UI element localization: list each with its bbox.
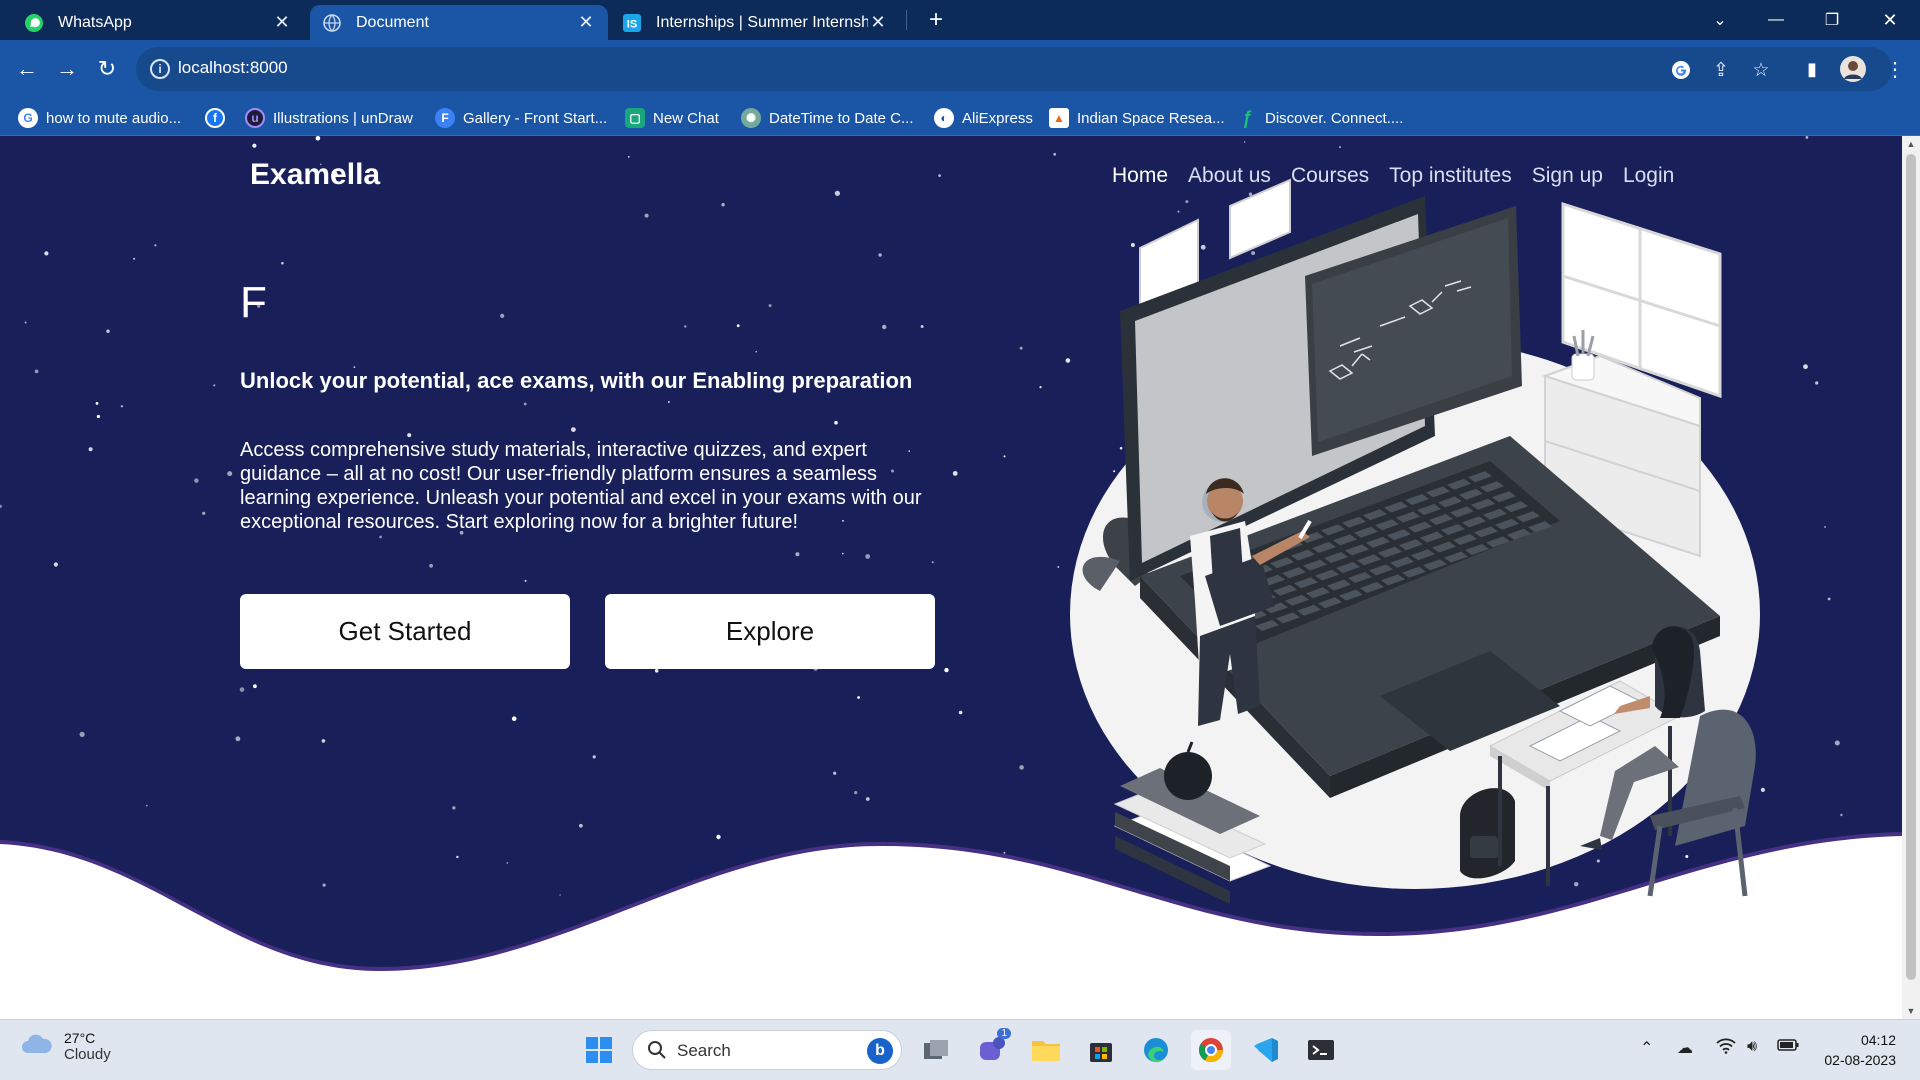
tab-search-icon[interactable]: ⌄ (1692, 0, 1748, 40)
new-tab-button[interactable]: + (908, 0, 964, 40)
bookmark-label: Illustrations | unDraw (273, 109, 413, 127)
address-bar[interactable]: i localhost:8000 ⇪ ☆ (136, 47, 1892, 91)
teams-chat-icon[interactable]: 1 (971, 1028, 1011, 1070)
close-icon[interactable]: ✕ (272, 12, 292, 33)
terminal-icon[interactable] (1301, 1030, 1341, 1070)
fiverr-icon: ƒ (1241, 107, 1252, 128)
tab-title: Document (356, 13, 429, 31)
bookmark-label: Gallery - Front Start... (463, 109, 608, 127)
site-info-icon[interactable]: i (150, 59, 170, 79)
clock-date: 02-08-2023 (1824, 1052, 1896, 1068)
forward-button[interactable]: → (50, 52, 84, 86)
svg-text:IS: IS (627, 18, 637, 30)
microsoft-store-icon[interactable] (1081, 1030, 1121, 1070)
chat-badge: 1 (997, 1028, 1011, 1039)
page-scrollbar[interactable]: ▲ ▼ (1902, 136, 1920, 1019)
weather-widget[interactable]: 27°C Cloudy (20, 1030, 111, 1063)
page-viewport: Examella Home About us Courses Top insti… (0, 136, 1902, 1019)
task-view-icon[interactable] (916, 1030, 956, 1070)
battery-icon[interactable] (1777, 1038, 1799, 1057)
bookmarks-bar: G how to mute audio... f u Illustrations… (0, 98, 1920, 136)
tab-document[interactable]: Document ✕ (310, 5, 608, 40)
bookmark-label: how to mute audio... (46, 109, 182, 127)
cloud-icon (20, 1031, 54, 1062)
search-placeholder: Search (677, 1041, 731, 1060)
tab-divider (906, 10, 907, 30)
bing-icon: b (867, 1038, 893, 1064)
restore-button[interactable]: ❐ (1804, 0, 1860, 40)
internshala-icon: IS (622, 13, 642, 33)
frontstart-icon: F (435, 108, 455, 128)
close-icon[interactable]: ✕ (576, 12, 596, 33)
openai-icon: ✺ (741, 108, 761, 128)
browser-tab-strip: WhatsApp ✕ Document ✕ IS Internships | S… (0, 0, 1920, 40)
tab-title: Internships | Summer Internship (656, 13, 868, 31)
browser-toolbar: ← → ↻ i localhost:8000 ⇪ ☆ ▮ ⋮ (0, 40, 1920, 98)
weather-condition: Cloudy (64, 1046, 111, 1063)
bookmark-item[interactable]: ƒ Discover. Connect.... (1237, 107, 1403, 129)
chatbot-icon: ▢ (625, 108, 645, 128)
bookmark-item[interactable]: u Illustrations | unDraw (245, 107, 413, 129)
system-clock[interactable]: 04:12 02-08-2023 (1824, 1030, 1896, 1070)
bookmark-item[interactable]: ◐ AliExpress (934, 107, 1033, 129)
weather-temp: 27°C (64, 1030, 96, 1046)
bookmark-item[interactable]: ✺ DateTime to Date C... (741, 107, 914, 129)
wifi-icon[interactable] (1716, 1038, 1736, 1059)
tab-internships[interactable]: IS Internships | Summer Internship ✕ (610, 5, 900, 40)
vscode-icon[interactable] (1246, 1030, 1286, 1070)
onedrive-icon[interactable]: ☁ (1677, 1038, 1693, 1058)
side-panel-icon[interactable]: ▮ (1795, 52, 1829, 86)
show-hidden-icons-icon[interactable]: ⌃ (1640, 1038, 1653, 1058)
whatsapp-icon (24, 13, 44, 33)
bookmark-star-icon[interactable]: ☆ (1748, 57, 1774, 83)
google-icon: G (18, 108, 38, 128)
bookmark-label: AliExpress (962, 109, 1033, 127)
back-button[interactable]: ← (10, 52, 44, 86)
bookmark-label: DateTime to Date C... (769, 109, 914, 127)
aliexpress-icon: ◐ (934, 108, 954, 128)
start-button[interactable] (579, 1030, 619, 1070)
isro-icon: ▲ (1049, 108, 1069, 128)
google-lens-icon[interactable] (1668, 57, 1694, 83)
bookmark-item[interactable]: G how to mute audio... (18, 107, 181, 129)
scroll-down-icon[interactable]: ▼ (1902, 1003, 1920, 1019)
bookmark-label: Discover. Connect.... (1265, 109, 1404, 127)
share-icon[interactable]: ⇪ (1708, 57, 1734, 83)
facebook-icon: f (205, 108, 225, 128)
tab-whatsapp[interactable]: WhatsApp ✕ (12, 5, 304, 40)
taskbar-search[interactable]: Search b (632, 1030, 902, 1070)
scroll-up-icon[interactable]: ▲ (1902, 136, 1920, 152)
close-window-button[interactable]: ✕ (1862, 0, 1918, 40)
bookmark-item[interactable]: f (205, 107, 233, 129)
scrollbar-thumb[interactable] (1906, 154, 1916, 980)
close-icon[interactable]: ✕ (868, 12, 888, 33)
chrome-icon[interactable] (1191, 1030, 1231, 1070)
menu-icon[interactable]: ⋮ (1878, 52, 1912, 86)
edge-icon[interactable] (1136, 1030, 1176, 1070)
bookmark-label: Indian Space Resea... (1077, 109, 1225, 127)
bookmark-item[interactable]: ▢ New Chat (625, 107, 719, 129)
bookmark-item[interactable]: F Gallery - Front Start... (435, 107, 607, 129)
search-icon (647, 1040, 667, 1065)
reload-button[interactable]: ↻ (90, 52, 124, 86)
online-learning-illustration (1070, 178, 1760, 904)
undraw-icon: u (245, 108, 265, 128)
windows-taskbar: 27°C Cloudy Search b 1 ⌃ ☁ 🔊︎ 04:12 02-0… (0, 1019, 1920, 1080)
globe-icon (322, 13, 342, 33)
volume-icon[interactable]: 🔊︎ (1747, 1038, 1757, 1056)
tab-title: WhatsApp (58, 13, 132, 31)
minimize-button[interactable]: — (1748, 0, 1804, 40)
url-text[interactable]: localhost:8000 (178, 58, 288, 78)
bookmark-label: New Chat (653, 109, 719, 127)
bookmark-item[interactable]: ▲ Indian Space Resea... (1049, 107, 1225, 129)
file-explorer-icon[interactable] (1026, 1030, 1066, 1070)
clock-time: 04:12 (1860, 1032, 1896, 1048)
backpack (1460, 788, 1515, 879)
avatar[interactable] (1836, 52, 1870, 86)
